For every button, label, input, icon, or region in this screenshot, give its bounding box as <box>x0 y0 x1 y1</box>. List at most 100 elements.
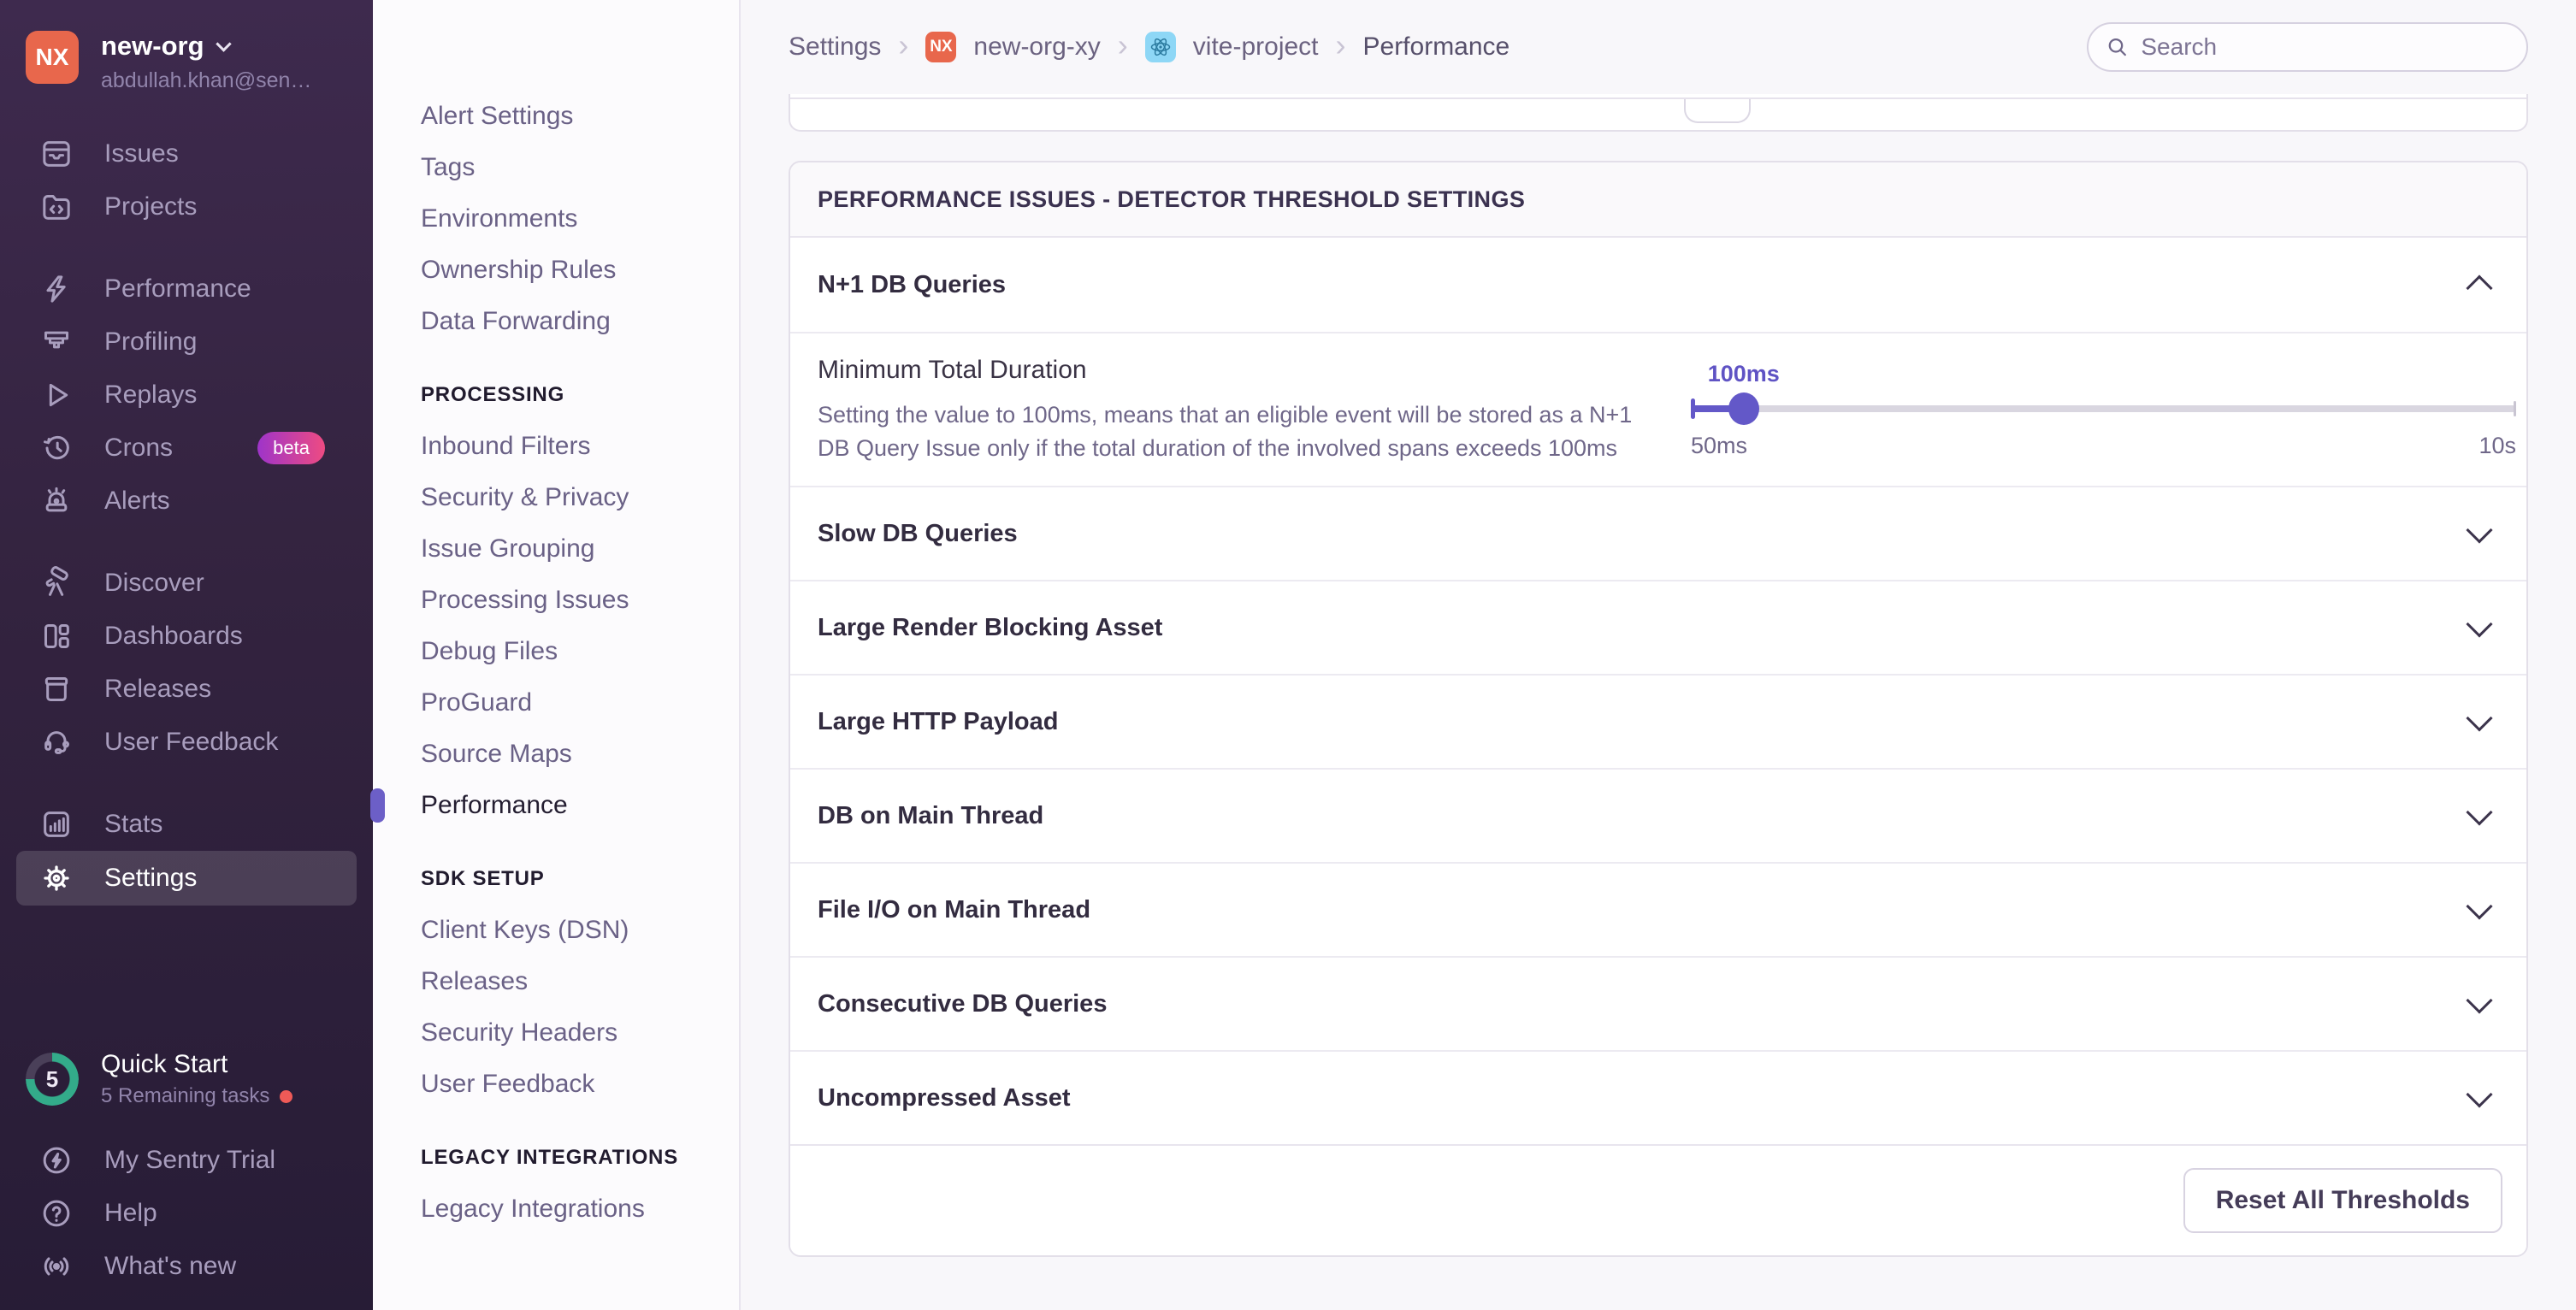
detector-label: DB on Main Thread <box>818 802 1043 830</box>
quick-start-count: 5 <box>26 1053 79 1106</box>
search-box[interactable] <box>2087 22 2528 72</box>
org-meta: new-org abdullah.khan@sen… <box>101 31 311 93</box>
sidebar-item-label: My Sentry Trial <box>104 1146 275 1175</box>
sidebar-item-alerts[interactable]: Alerts <box>0 475 373 528</box>
card-divider <box>790 97 2526 99</box>
notification-dot <box>280 1090 292 1103</box>
detector-row-large-render-blocking-asset[interactable]: Large Render Blocking Asset <box>790 580 2526 674</box>
settings-nav-item-source-maps[interactable]: Source Maps <box>373 729 739 780</box>
sidebar-item-projects[interactable]: Projects <box>0 180 373 233</box>
detector-row-file-i-o-on-main-thread[interactable]: File I/O on Main Thread <box>790 862 2526 956</box>
sidebar-item-profiling[interactable]: Profiling <box>0 316 373 369</box>
search-input[interactable] <box>2141 33 2509 61</box>
settings-nav-item-alert-settings[interactable]: Alert Settings <box>373 91 739 142</box>
settings-nav-item-performance[interactable]: Performance <box>373 780 739 831</box>
sidebar-item-user-feedback[interactable]: User Feedback <box>0 716 373 769</box>
gear-icon <box>39 861 74 895</box>
settings-nav: Alert SettingsTagsEnvironmentsOwnership … <box>373 0 741 1310</box>
detector-row-db-on-main-thread[interactable]: DB on Main Thread <box>790 768 2526 862</box>
settings-nav-item-debug-files[interactable]: Debug Files <box>373 626 739 677</box>
sidebar-item-label: Projects <box>104 192 197 221</box>
react-project-icon <box>1145 32 1176 62</box>
app-window: NX new-org abdullah.khan@sen… Issues Pro… <box>0 0 2576 1310</box>
settings-nav-item-data-forwarding[interactable]: Data Forwarding <box>373 296 739 347</box>
chevron-separator: › <box>898 30 908 61</box>
detector-row-n-1-db-queries[interactable]: N+1 DB Queries <box>790 238 2526 332</box>
sidebar-item-replays[interactable]: Replays <box>0 369 373 422</box>
sidebar-item-stats[interactable]: Stats <box>0 798 373 851</box>
chevron-down-icon <box>2466 893 2492 919</box>
chevron-down-icon <box>2466 611 2492 637</box>
content-area: Settings › NX new-org-xy › vite-project … <box>741 0 2576 1310</box>
breadcrumb-settings[interactable]: Settings <box>789 32 881 62</box>
org-avatar: NX <box>26 31 79 84</box>
breadcrumb: Settings › NX new-org-xy › vite-project … <box>789 32 1510 62</box>
sidebar-item-label: Stats <box>104 810 162 839</box>
detector-expanded-body: Minimum Total Duration Setting the value… <box>790 332 2526 486</box>
clock-history-icon <box>39 431 74 465</box>
sidebar-spacer <box>0 906 373 1050</box>
sidebar-item-dashboards[interactable]: Dashboards <box>0 610 373 663</box>
sidebar-item-performance[interactable]: Performance <box>0 263 373 316</box>
settings-nav-item-user-feedback[interactable]: User Feedback <box>373 1059 739 1110</box>
detector-row-slow-db-queries[interactable]: Slow DB Queries <box>790 486 2526 580</box>
search-icon <box>2106 34 2129 60</box>
settings-nav-item-security-privacy[interactable]: Security & Privacy <box>373 472 739 523</box>
layout-grid-icon <box>39 619 74 653</box>
detector-label: Large Render Blocking Asset <box>818 614 1162 642</box>
sidebar-item-help[interactable]: Help <box>0 1187 373 1240</box>
sidebar-item-discover[interactable]: Discover <box>0 557 373 610</box>
detector-threshold-panel: PERFORMANCE ISSUES - DETECTOR THRESHOLD … <box>789 161 2528 1257</box>
scroll-area[interactable]: PERFORMANCE ISSUES - DETECTOR THRESHOLD … <box>741 94 2576 1310</box>
quick-start-title: Quick Start <box>101 1050 292 1079</box>
lightning-icon <box>39 272 74 306</box>
play-icon <box>39 378 74 412</box>
settings-nav-item-processing-issues[interactable]: Processing Issues <box>373 575 739 626</box>
detector-row-large-http-payload[interactable]: Large HTTP Payload <box>790 674 2526 768</box>
settings-nav-item-proguard[interactable]: ProGuard <box>373 677 739 729</box>
sidebar-item-label: Dashboards <box>104 622 243 651</box>
duration-slider: 100ms 50ms 10s <box>1691 356 2516 486</box>
slider-value-label: 100ms <box>1708 361 1780 387</box>
broadcast-icon <box>39 1249 74 1283</box>
reset-all-thresholds-button[interactable]: Reset All Thresholds <box>2183 1168 2502 1233</box>
sidebar-item-issues[interactable]: Issues <box>0 127 373 180</box>
detector-row-uncompressed-asset[interactable]: Uncompressed Asset <box>790 1050 2526 1144</box>
chevron-down-icon <box>2466 1081 2492 1107</box>
settings-nav-item-legacy-integrations[interactable]: Legacy Integrations <box>373 1183 739 1235</box>
sidebar-item-releases[interactable]: Releases <box>0 663 373 716</box>
primary-sidebar: NX new-org abdullah.khan@sen… Issues Pro… <box>0 0 373 1310</box>
settings-nav-item-ownership-rules[interactable]: Ownership Rules <box>373 245 739 296</box>
settings-nav-item-issue-grouping[interactable]: Issue Grouping <box>373 523 739 575</box>
sidebar-item-whats-new[interactable]: What's new <box>0 1240 373 1293</box>
settings-nav-item-releases[interactable]: Releases <box>373 956 739 1007</box>
previous-card-fragment <box>789 94 2528 132</box>
archive-box-icon <box>39 672 74 706</box>
breadcrumb-project[interactable]: vite-project <box>1193 32 1319 62</box>
chevron-up-icon <box>2466 274 2492 301</box>
sidebar-item-label: Performance <box>104 274 251 304</box>
breadcrumb-org[interactable]: new-org-xy <box>973 32 1100 62</box>
trial-bolt-icon <box>39 1143 74 1177</box>
settings-nav-item-inbound-filters[interactable]: Inbound Filters <box>373 421 739 472</box>
slider-thumb[interactable] <box>1728 392 1759 425</box>
folder-code-icon <box>39 190 74 224</box>
sidebar-item-label: Releases <box>104 675 211 704</box>
quick-start-subtitle: 5 Remaining tasks <box>101 1084 269 1108</box>
settings-nav-item-security-headers[interactable]: Security Headers <box>373 1007 739 1059</box>
sidebar-item-settings[interactable]: Settings <box>16 851 357 906</box>
quick-start[interactable]: 5 Quick Start 5 Remaining tasks <box>26 1050 352 1108</box>
detector-label: Slow DB Queries <box>818 520 1018 548</box>
sidebar-item-my-sentry-trial[interactable]: My Sentry Trial <box>0 1134 373 1187</box>
org-switcher[interactable]: NX new-org abdullah.khan@sen… <box>26 31 352 93</box>
chevron-down-icon <box>2466 987 2492 1013</box>
chevron-down-icon <box>2466 516 2492 543</box>
slider-track[interactable] <box>1691 405 2516 412</box>
active-indicator <box>370 788 385 823</box>
sidebar-item-crons[interactable]: Crons beta <box>0 422 373 475</box>
settings-nav-item-environments[interactable]: Environments <box>373 193 739 245</box>
settings-nav-item-tags[interactable]: Tags <box>373 142 739 193</box>
settings-nav-item-client-keys-dsn[interactable]: Client Keys (DSN) <box>373 905 739 956</box>
sidebar-group-gap <box>0 528 373 557</box>
detector-row-consecutive-db-queries[interactable]: Consecutive DB Queries <box>790 956 2526 1050</box>
